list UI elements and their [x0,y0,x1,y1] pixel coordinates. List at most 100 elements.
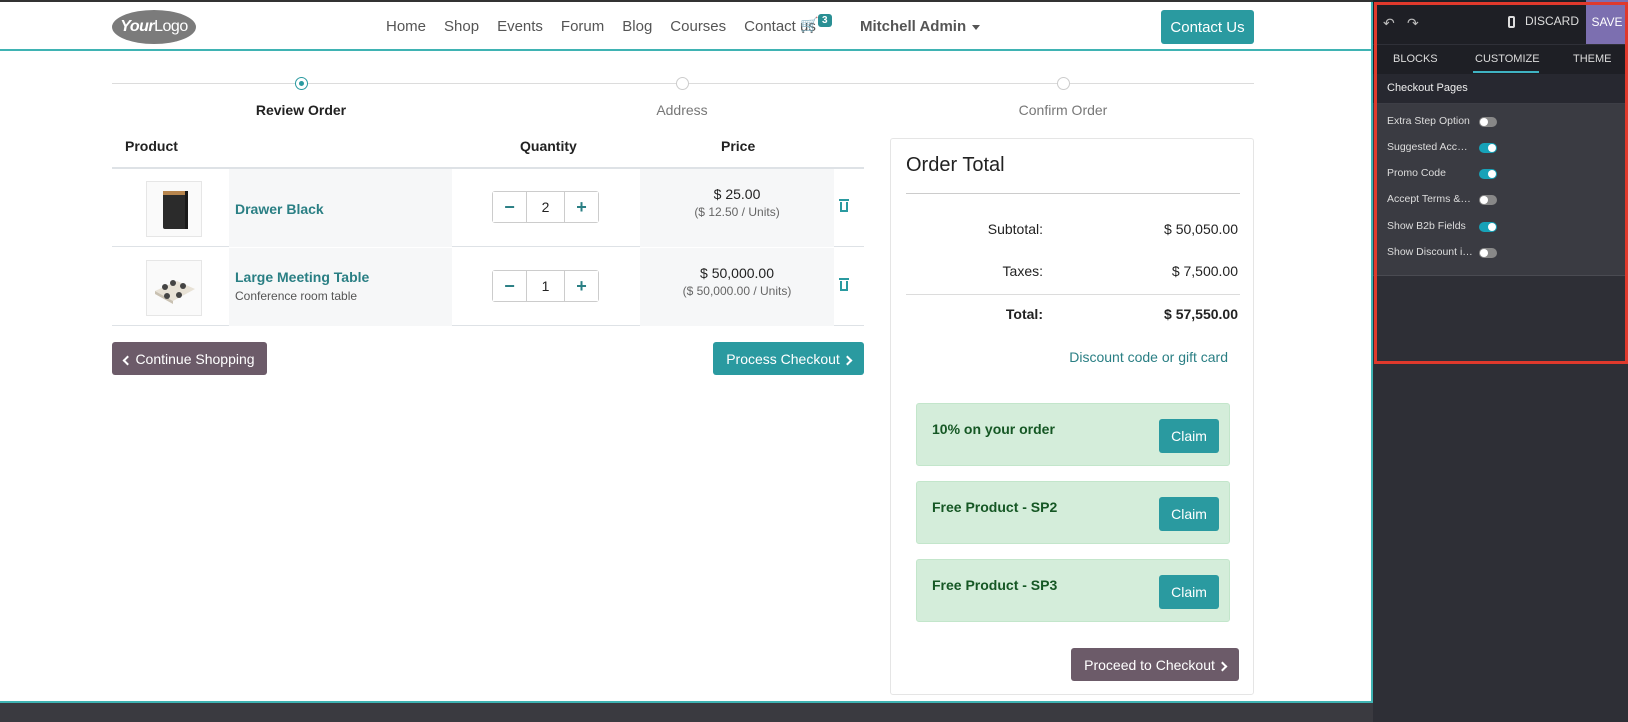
website-preview: YourLogo Home Shop Events Forum Blog Cou… [0,0,1373,703]
logo-text-bold: Your [120,18,155,35]
tab-customize[interactable]: CUSTOMIZE [1475,53,1540,65]
user-name: Mitchell Admin [860,18,967,35]
divider [906,294,1240,295]
decrease-quantity-button[interactable]: − [493,192,526,222]
toggle-switch[interactable] [1479,117,1497,127]
name-cell [229,248,452,326]
wizard-dot [675,77,689,90]
editor-sidebar: ↶ ↷ DISCARD SAVE BLOCKS CUSTOMIZE THEME … [1373,0,1628,722]
promotion-card: 10% on your order Claim [916,403,1230,466]
cart-link[interactable]: 🛒 3 [800,14,832,34]
undo-icon[interactable]: ↶ [1383,15,1395,32]
redo-icon[interactable]: ↷ [1407,15,1419,32]
claim-button[interactable]: Claim [1159,497,1219,531]
menu-item-home[interactable]: Home [386,18,426,35]
tab-theme[interactable]: THEME [1573,53,1612,65]
editor-tabs: BLOCKS CUSTOMIZE THEME [1373,44,1628,74]
quantity-input[interactable]: 1 [526,271,565,301]
chevron-right-icon [842,355,853,365]
product-thumbnail[interactable] [146,181,202,237]
total-label: Total: [1005,306,1043,322]
option-show-discount: Show Discount in Subtotal [1387,243,1617,263]
proceed-to-checkout-button[interactable]: Proceed to Checkout [1071,648,1239,681]
option-label: Extra Step Option [1387,115,1470,127]
column-header-price: Price [721,138,756,154]
continue-shopping-button[interactable]: Continue Shopping [112,342,267,375]
toggle-switch[interactable] [1479,169,1497,179]
wizard-step-review-order[interactable]: Review Order [201,76,401,118]
claim-button[interactable]: Claim [1159,575,1219,609]
option-promo-code: Promo Code [1387,164,1617,184]
menu-item-forum[interactable]: Forum [561,18,604,35]
wizard-step-label: Review Order [255,102,347,118]
product-description: Conference room table [235,289,358,303]
option-label: Show B2b Fields [1387,220,1466,232]
chevron-left-icon [122,355,133,365]
quantity-stepper: − 1 + [492,270,599,302]
toggle-switch[interactable] [1479,222,1497,232]
quantity-input[interactable]: 2 [526,192,565,222]
section-header: Checkout Pages [1373,74,1628,104]
toggle-switch[interactable] [1479,143,1497,153]
subtotal-label: Subtotal: [987,221,1043,237]
decrease-quantity-button[interactable]: − [493,271,526,301]
divider [906,193,1240,194]
wizard-dot-active [294,77,308,90]
contact-us-button[interactable]: Contact Us [1161,10,1254,44]
menu-item-courses[interactable]: Courses [670,18,726,35]
wizard-step-confirm-order[interactable]: Confirm Order [963,76,1163,118]
quantity-stepper: − 2 + [492,191,599,223]
wizard-step-label: Address [656,102,708,118]
user-menu[interactable]: Mitchell Admin [860,18,981,35]
promotion-name: Free Product - SP2 [932,499,1058,515]
main-menu: Home Shop Events Forum Blog Courses Cont… [386,2,816,51]
checkout-progress-wizard: Review Order Address Confirm Order [112,76,1254,126]
menu-item-blog[interactable]: Blog [622,18,652,35]
wizard-dot [1056,77,1070,90]
menu-item-events[interactable]: Events [497,18,543,35]
chevron-right-icon [1217,661,1228,671]
option-label: Accept Terms & Conditions [1387,193,1473,205]
process-checkout-button[interactable]: Process Checkout [713,342,864,375]
editor-toolbar: ↶ ↷ DISCARD SAVE [1373,0,1628,44]
table-row: Large Meeting Table Conference room tabl… [112,248,864,326]
wizard-step-address[interactable]: Address [582,76,782,118]
increase-quantity-button[interactable]: + [565,192,598,222]
save-button[interactable]: SAVE [1586,0,1628,44]
logo-text-light: Logo [154,18,188,35]
order-total-card: Order Total Subtotal: $ 50,050.00 Taxes:… [890,138,1254,695]
tab-blocks[interactable]: BLOCKS [1393,53,1438,65]
cart-count-badge: 3 [818,14,832,27]
option-accept-terms: Accept Terms & Conditions [1387,190,1617,210]
product-thumbnail[interactable] [146,260,202,316]
discard-button[interactable]: DISCARD [1525,14,1579,28]
trash-icon[interactable] [838,199,850,213]
unit-price: ($ 12.50 / Units) [694,205,780,219]
option-label: Show Discount in Subtotal [1387,246,1473,258]
table-row: Drawer Black − 2 + $ 25.00 ($ 12.50 / Un… [112,169,864,247]
wizard-step-label: Confirm Order [1018,102,1108,118]
unit-price: ($ 50,000.00 / Units) [682,284,792,298]
promotion-card: Free Product - SP3 Claim [916,559,1230,622]
increase-quantity-button[interactable]: + [565,271,598,301]
product-name-link[interactable]: Large Meeting Table [235,269,369,285]
toggle-switch[interactable] [1479,195,1497,205]
section-title: Checkout Pages [1387,82,1468,94]
total-value: $ 57,550.00 [1164,306,1238,322]
site-logo[interactable]: YourLogo [112,10,196,44]
toggle-switch[interactable] [1479,248,1497,258]
mobile-preview-icon[interactable] [1508,16,1515,28]
option-label: Suggested Accessories [1387,141,1473,153]
checkout-options: Extra Step Option Suggested Accessories … [1373,104,1628,276]
trash-icon[interactable] [838,278,850,292]
claim-button[interactable]: Claim [1159,419,1219,453]
column-header-product: Product [125,138,178,154]
discount-code-link[interactable]: Discount code or gift card [1069,349,1228,365]
menu-item-shop[interactable]: Shop [444,18,479,35]
taxes-label: Taxes: [1002,263,1043,279]
subtotal-value: $ 50,050.00 [1164,221,1238,237]
product-name-link[interactable]: Drawer Black [235,201,324,217]
option-b2b-fields: Show B2b Fields [1387,217,1617,237]
caret-down-icon [972,24,981,30]
proceed-label: Proceed to Checkout [1084,656,1215,673]
